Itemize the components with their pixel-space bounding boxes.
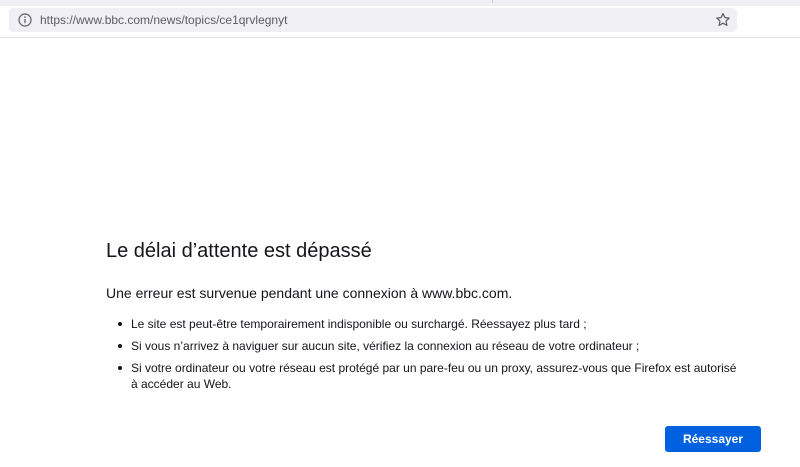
list-item: Si vous n’arrivez à naviguer sur aucun s… (118, 338, 738, 354)
star-icon[interactable] (715, 12, 731, 28)
bullet-icon (118, 366, 122, 370)
error-title: Le délai d’attente est dépassé (106, 240, 372, 262)
bullet-icon (118, 344, 122, 348)
list-item: Le site est peut-être temporairement ind… (118, 316, 738, 332)
list-item-text: Si vous n’arrivez à naviguer sur aucun s… (131, 339, 640, 353)
info-icon[interactable] (18, 13, 32, 27)
suggestion-list: Le site est peut-être temporairement ind… (118, 316, 738, 398)
list-item-text: Le site est peut-être temporairement ind… (131, 317, 587, 331)
tab-divider (492, 0, 493, 3)
address-bar[interactable]: https://www.bbc.com/news/topics/ce1qrvle… (9, 8, 737, 32)
bullet-icon (118, 322, 122, 326)
url-text[interactable]: https://www.bbc.com/news/topics/ce1qrvle… (40, 13, 287, 27)
list-item-text: Si votre ordinateur ou votre réseau est … (131, 361, 737, 391)
list-item: Si votre ordinateur ou votre réseau est … (118, 360, 738, 392)
error-description: Une erreur est survenue pendant une conn… (106, 285, 513, 301)
window-top-strip (0, 0, 800, 6)
retry-button[interactable]: Réessayer (665, 426, 761, 452)
toolbar-divider (0, 37, 800, 38)
